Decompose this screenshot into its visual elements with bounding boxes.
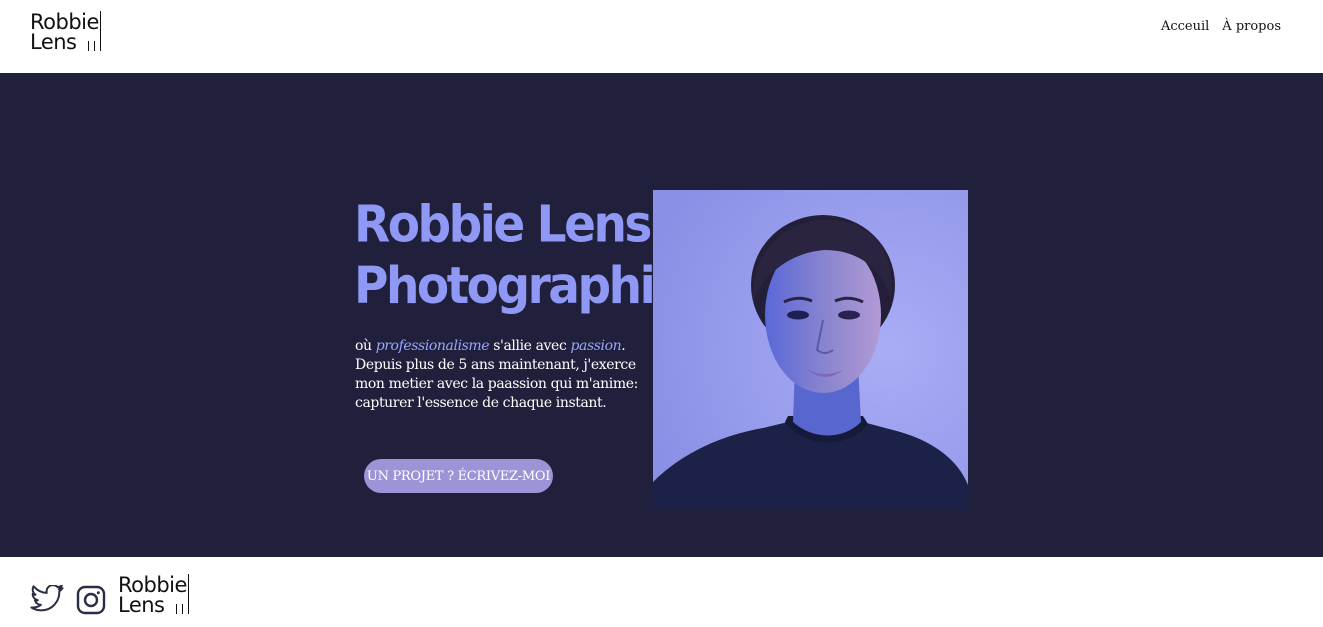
twitter-icon[interactable]: [30, 585, 64, 615]
hero-title-line-2: Photographie: [354, 256, 685, 317]
tagline-emphasis-professionalisme: professionalisme: [375, 338, 490, 354]
nav-link-acceuil[interactable]: Acceuil: [1161, 19, 1209, 34]
main-nav: Acceuil À propos: [1161, 19, 1281, 34]
tagline-middle: s'allie avec: [489, 338, 571, 354]
hero-section: Robbie Lens Photographie où professional…: [0, 73, 1323, 557]
footer-logo-bars-icon: [176, 574, 189, 614]
nav-link-a-propos[interactable]: À propos: [1222, 19, 1281, 34]
portrait-illustration: [653, 190, 968, 509]
hero-title-line-1: Robbie Lens: [354, 195, 652, 255]
portrait-photo: [653, 190, 968, 509]
contact-cta-button[interactable]: UN PROJET ? ÉCRIVEZ-MOI: [364, 459, 553, 493]
instagram-icon[interactable]: [76, 585, 106, 615]
logo-bars-icon: [88, 11, 101, 51]
site-header: Robbie Lens Acceuil À propos: [0, 0, 1323, 73]
tagline-prefix: où: [355, 338, 376, 354]
site-footer: Robbie Lens: [0, 557, 1323, 627]
footer-logo[interactable]: Robbie Lens: [118, 574, 198, 616]
tagline-emphasis-passion: passion: [570, 338, 622, 354]
header-logo[interactable]: Robbie Lens: [30, 11, 110, 53]
hero-tagline: où professionalisme s'allie avec passion…: [355, 337, 640, 413]
hero-title: Robbie Lens Photographie: [354, 194, 685, 317]
